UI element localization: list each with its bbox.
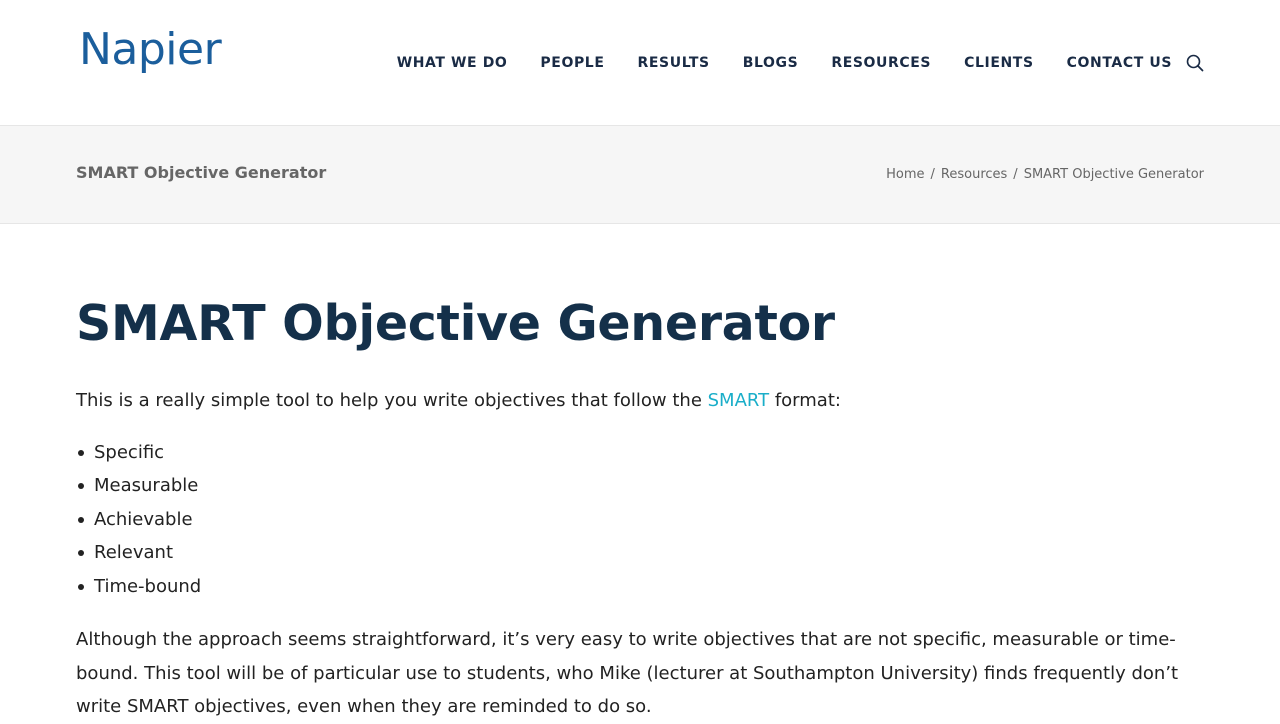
smart-link[interactable]: SMART	[708, 390, 769, 411]
list-item-relevant: Relevant	[78, 536, 1216, 570]
body-paragraph: Although the approach seems straightforw…	[76, 629, 1179, 718]
breadcrumb-resources[interactable]: Resources	[941, 167, 1007, 182]
breadcrumb-separator: /	[930, 167, 935, 182]
list-item-specific: Specific	[78, 436, 1216, 470]
page-title: SMART Objective Generator	[76, 163, 327, 182]
breadcrumb: Home / Resources / SMART Objective Gener…	[886, 167, 1204, 182]
breadcrumb-home[interactable]: Home	[886, 167, 924, 182]
nav-item-results[interactable]: RESULTS	[638, 55, 710, 71]
intro-paragraph: This is a really simple tool to help you…	[76, 387, 1216, 414]
list-item-measurable: Measurable	[78, 469, 1216, 503]
breadcrumb-separator: /	[1013, 167, 1018, 182]
page-title-bar: SMART Objective Generator Home / Resourc…	[0, 126, 1280, 224]
nav-item-resources[interactable]: RESOURCES	[831, 55, 931, 71]
search-icon[interactable]	[1186, 54, 1204, 72]
page-heading: SMART Objective Generator	[76, 295, 835, 352]
intro-text-after: format:	[769, 389, 841, 411]
nav-item-what-we-do[interactable]: WHAT WE DO	[397, 55, 508, 71]
nav-item-people[interactable]: PEOPLE	[540, 55, 604, 71]
list-item-time-bound: Time-bound	[78, 570, 1216, 604]
main-nav: WHAT WE DO PEOPLE RESULTS BLOGS RESOURCE…	[397, 52, 1204, 74]
nav-item-contact-us[interactable]: CONTACT US	[1067, 55, 1172, 71]
smart-criteria-list: Specific Measurable Achievable Relevant …	[76, 436, 1216, 604]
breadcrumb-current: SMART Objective Generator	[1023, 167, 1204, 182]
nav-item-clients[interactable]: CLIENTS	[964, 55, 1034, 71]
nav-item-blogs[interactable]: BLOGS	[743, 55, 799, 71]
site-header: Napier WHAT WE DO PEOPLE RESULTS BLOGS R…	[0, 0, 1280, 126]
main-content: SMART Objective Generator This is a real…	[76, 224, 1216, 724]
intro-text-before: This is a really simple tool to help you…	[76, 389, 708, 411]
list-item-achievable: Achievable	[78, 503, 1216, 537]
napier-logo[interactable]: Napier	[79, 28, 222, 72]
